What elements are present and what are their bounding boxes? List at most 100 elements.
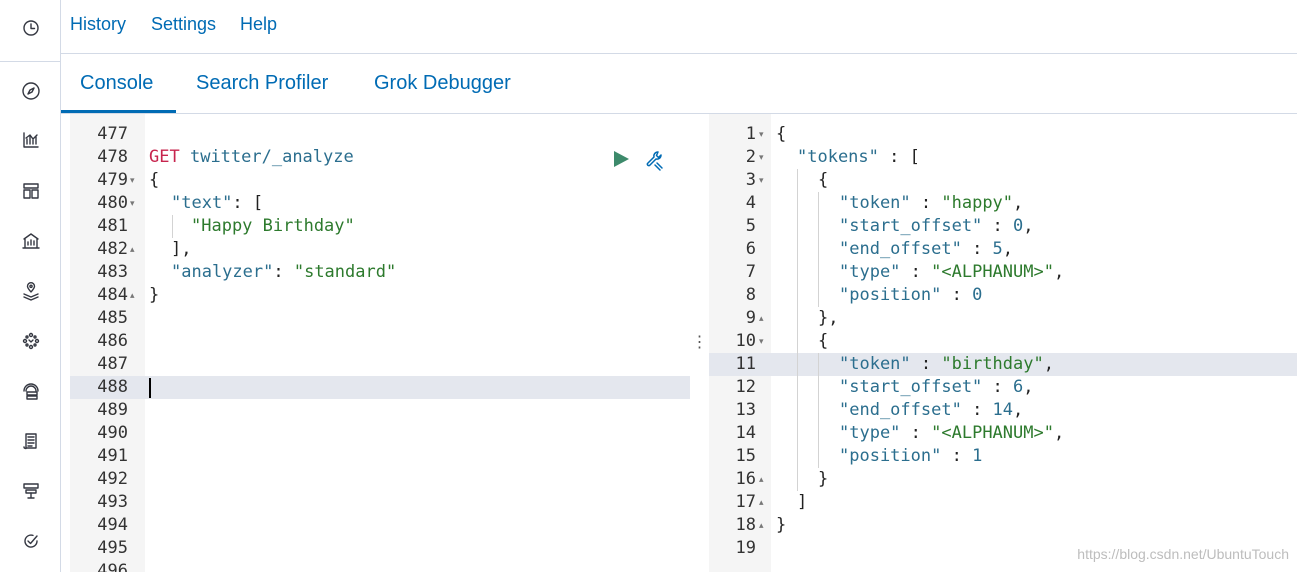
line-number: 479 (97, 170, 128, 190)
token-value: "birthday" (941, 354, 1044, 374)
fold-toggle-icon[interactable]: ▾ (759, 146, 764, 169)
line-number: 486 (97, 331, 128, 351)
fold-toggle-icon[interactable]: ▴ (130, 238, 135, 261)
separator: : (961, 239, 993, 259)
separator: : (900, 423, 932, 443)
nav-visualize[interactable] (0, 125, 61, 159)
tab-console[interactable]: Console (80, 72, 153, 95)
response-line-token: "token" : "happy", (839, 192, 1023, 215)
end-offset-key: "end_offset" (839, 239, 962, 259)
response-line-position: "position" : 1 (839, 445, 982, 468)
separator: : (910, 354, 942, 374)
visualize-icon (21, 130, 41, 155)
line-number: 19 (735, 538, 756, 558)
fold-toggle-icon[interactable]: ▴ (759, 491, 764, 514)
line-number: 11 (735, 354, 756, 374)
logs-icon (21, 431, 41, 456)
nav-logs[interactable] (0, 426, 61, 460)
request-options-button[interactable] (644, 149, 666, 176)
comma: , (1023, 216, 1034, 236)
line-number: 2 (745, 147, 756, 167)
token-value: "happy" (941, 193, 1014, 213)
response-line-start-offset: "start_offset" : 0, (839, 215, 1034, 238)
editor-resize-handle[interactable]: ⋮ (690, 114, 709, 572)
line-number: 8 (745, 285, 756, 305)
comma: , (1053, 262, 1065, 282)
fold-toggle-icon[interactable]: ▴ (759, 307, 764, 330)
fold-toggle-icon[interactable]: ▾ (759, 123, 764, 146)
nav-dashboard[interactable] (0, 176, 61, 210)
line-number: 13 (735, 400, 756, 420)
response-line-token: "token" : "birthday", (839, 353, 1054, 376)
line-number: 488 (97, 377, 128, 397)
comma: , (1053, 423, 1065, 443)
fold-toggle-icon[interactable]: ▴ (759, 514, 764, 537)
line-number: 491 (97, 446, 128, 466)
position-key: "position" (839, 285, 942, 305)
recently-viewed-button[interactable] (0, 0, 61, 62)
type-key: "type" (839, 262, 901, 282)
comma: , (1043, 354, 1054, 374)
active-line-highlight (70, 376, 690, 399)
line-number: 490 (97, 423, 128, 443)
separator: : (961, 400, 993, 420)
active-tab-indicator (61, 110, 176, 113)
watermark: https://blog.csdn.net/UbuntuTouch (1077, 546, 1289, 562)
drag-handle-icon: ⋮ (691, 334, 708, 351)
separator: : (941, 446, 973, 466)
separator: : (941, 285, 973, 305)
response-line-type: "type" : "<ALPHANUM>", (839, 261, 1064, 284)
response-line-root-open: { (776, 124, 787, 144)
nav-discover[interactable] (0, 76, 61, 110)
nav-apm[interactable] (0, 476, 61, 510)
separator: : (900, 262, 932, 282)
line-number: 9 (745, 308, 756, 328)
fold-toggle-icon[interactable]: ▾ (759, 169, 764, 192)
separator: : (982, 216, 1014, 236)
type-key: "type" (839, 423, 901, 443)
response-line-tokens-close: ] (797, 492, 808, 512)
nav-infrastructure[interactable] (0, 376, 61, 410)
line-number: 17 (735, 492, 756, 512)
line-number: 18 (735, 515, 756, 535)
fold-toggle-icon[interactable]: ▴ (759, 468, 764, 491)
fold-toggle-icon[interactable]: ▾ (130, 192, 135, 215)
nav-maps[interactable] (0, 276, 61, 310)
clock-icon (21, 18, 41, 43)
line-number: 10 (735, 331, 756, 351)
canvas-icon (21, 231, 41, 256)
response-line-end-offset: "end_offset" : 14, (839, 399, 1023, 422)
start-offset-key: "start_offset" (839, 377, 983, 397)
response-line-position: "position" : 0 (839, 284, 982, 307)
line-number: 485 (97, 308, 128, 328)
history-link[interactable]: History (70, 14, 126, 35)
line-number: 3 (745, 170, 756, 190)
top-menu: History Settings Help (61, 0, 1297, 54)
line-number: 493 (97, 492, 128, 512)
nav-machine-learning[interactable] (0, 326, 61, 360)
tab-grok-debugger[interactable]: Grok Debugger (374, 72, 511, 95)
line-number: 14 (735, 423, 756, 443)
line-number: 12 (735, 377, 756, 397)
request-line-text-key: "text": [ (171, 192, 263, 215)
help-link[interactable]: Help (240, 14, 277, 35)
indent-guide (172, 215, 173, 238)
comma: , (1013, 193, 1024, 213)
separator: : (910, 193, 942, 213)
nav-canvas[interactable] (0, 226, 61, 260)
comma: , (1013, 400, 1024, 420)
fold-toggle-icon[interactable]: ▴ (130, 284, 135, 307)
nav-uptime[interactable] (0, 526, 61, 560)
request-line-method: GET twitter/_analyze (149, 146, 354, 169)
request-line-analyzer: "analyzer": "standard" (171, 261, 396, 284)
request-line-text-close: ], (171, 239, 192, 259)
analyzer-sep: : (273, 262, 294, 282)
infrastructure-icon (21, 381, 41, 406)
settings-link[interactable]: Settings (151, 14, 216, 35)
token-key: "token" (839, 354, 911, 374)
tab-search-profiler[interactable]: Search Profiler (196, 72, 328, 95)
fold-toggle-icon[interactable]: ▾ (130, 169, 135, 192)
fold-toggle-icon[interactable]: ▾ (759, 330, 764, 353)
request-path: twitter/_analyze (189, 147, 354, 167)
run-request-button[interactable] (612, 150, 630, 173)
